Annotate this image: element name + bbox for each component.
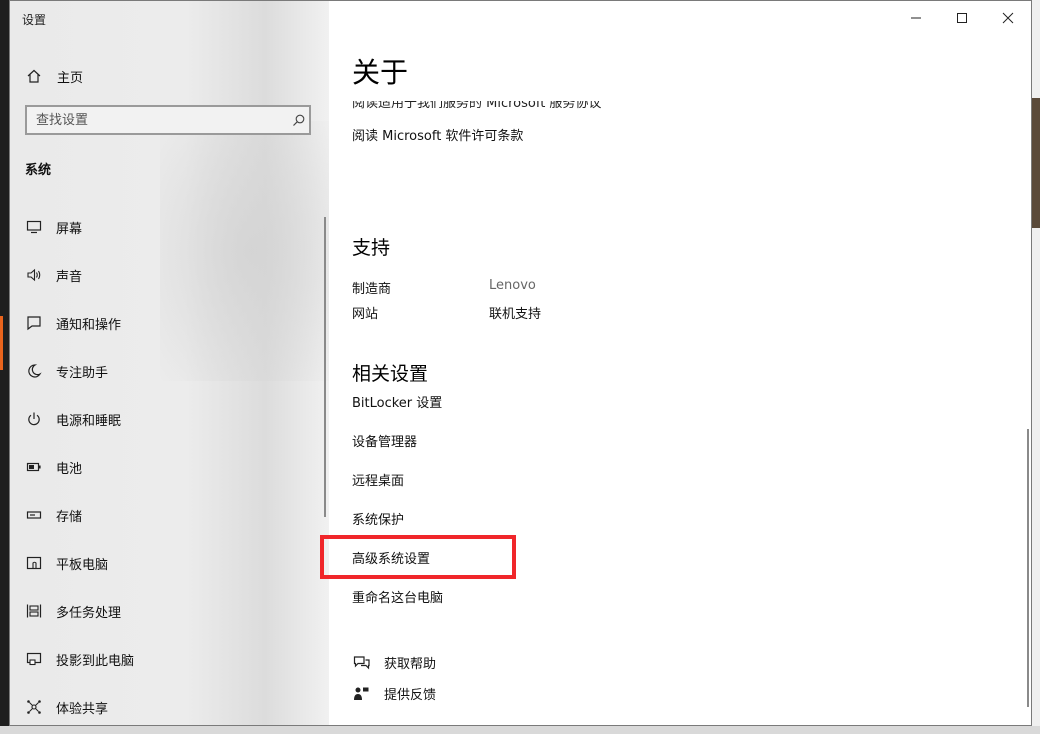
sidebar-item-multitasking[interactable]: 多任务处理 [24,587,314,635]
minimize-button[interactable] [893,1,939,35]
support-heading: 支持 [352,237,391,259]
sidebar-item-shared-experiences[interactable]: 体验共享 [24,683,314,725]
desktop-background-bottom [0,726,1040,734]
sidebar-item-label: 声音 [56,269,83,285]
related-settings-heading: 相关设置 [352,363,429,385]
sidebar-item-storage[interactable]: 存储 [24,491,314,539]
sidebar-item-label: 电源和睡眠 [56,413,122,429]
license-terms-link[interactable]: 阅读 Microsoft 软件许可条款 [352,125,523,144]
home-icon [24,66,44,86]
notification-icon [24,313,44,333]
manufacturer-label: 制造商 [352,282,392,297]
minimize-icon [911,17,921,19]
maximize-button[interactable] [939,1,985,35]
sidebar-item-sound[interactable]: 声音 [24,251,314,299]
tablet-icon [24,553,44,573]
sidebar-item-notifications[interactable]: 通知和操作 [24,299,314,347]
speaker-icon [24,265,44,285]
sidebar-item-label: 主页 [57,70,84,86]
chat-help-icon [352,654,370,672]
power-icon [24,409,44,429]
search-input[interactable] [27,111,287,129]
give-feedback-link[interactable]: 提供反馈 [352,684,436,703]
sidebar-item-label: 通知和操作 [56,317,122,333]
sidebar-item-home[interactable]: 主页 [24,64,83,88]
remote-desktop-link[interactable]: 远程桌面 [352,470,404,489]
search-box[interactable] [25,105,311,135]
sidebar-item-power-sleep[interactable]: 电源和睡眠 [24,395,314,443]
get-help-link[interactable]: 获取帮助 [352,653,436,672]
system-protection-link[interactable]: 系统保护 [352,509,404,528]
desktop-background-left [0,0,9,734]
sidebar-item-battery[interactable]: 电池 [24,443,314,491]
sidebar: 设置 主页 系统 屏幕 声 [10,1,340,725]
maximize-icon [957,13,967,23]
close-button[interactable] [985,1,1031,35]
sidebar-item-tablet[interactable]: 平板电脑 [24,539,314,587]
sidebar-item-label: 存储 [56,509,83,525]
sidebar-item-project[interactable]: 投影到此电脑 [24,635,314,683]
sidebar-scrollbar[interactable] [324,217,326,517]
device-manager-link[interactable]: 设备管理器 [352,431,417,450]
storage-icon [24,505,44,525]
window-title: 设置 [22,13,47,27]
desktop-background-right [1032,0,1040,734]
settings-window: 设置 主页 系统 屏幕 声 [9,0,1032,726]
monitor-icon [24,217,44,237]
services-agreement-link[interactable]: 阅读适用于我们服务的 Microsoft 服务协议 [352,101,652,111]
sidebar-item-label: 电池 [56,461,83,477]
content-scrollbar[interactable] [1027,429,1029,707]
highlight-box [320,535,516,579]
manufacturer-value: Lenovo [489,278,536,293]
content-pane: 关于 阅读适用于我们服务的 Microsoft 服务协议 阅读 Microsof… [320,1,1031,725]
moon-icon [24,361,44,381]
search-icon[interactable] [287,114,309,127]
website-label: 网站 [352,307,379,322]
sidebar-item-label: 平板电脑 [56,557,109,573]
multitask-icon [24,601,44,621]
feedback-icon [352,685,370,703]
bitlocker-settings-link[interactable]: BitLocker 设置 [352,392,442,411]
battery-icon [24,457,44,477]
close-icon [1002,12,1014,24]
sidebar-item-label: 屏幕 [56,221,83,237]
sidebar-item-label: 多任务处理 [56,605,122,621]
rename-pc-link[interactable]: 重命名这台电脑 [352,587,443,606]
sidebar-item-label: 专注助手 [56,365,109,381]
taskbar-accent [0,316,3,370]
sidebar-item-focus-assist[interactable]: 专注助手 [24,347,314,395]
online-support-link[interactable]: 联机支持 [489,303,541,322]
sidebar-item-label: 体验共享 [56,701,109,717]
sidebar-nav: 屏幕 声音 通知和操作 专注助手 电源和睡眠 电池 存储 平板电脑 多任务处理 … [24,203,314,725]
sidebar-item-display[interactable]: 屏幕 [24,203,314,251]
sidebar-item-label: 投影到此电脑 [56,653,135,669]
project-icon [24,649,44,669]
share-icon [24,697,44,717]
section-label-system: 系统 [25,163,52,178]
page-title: 关于 [352,56,409,89]
